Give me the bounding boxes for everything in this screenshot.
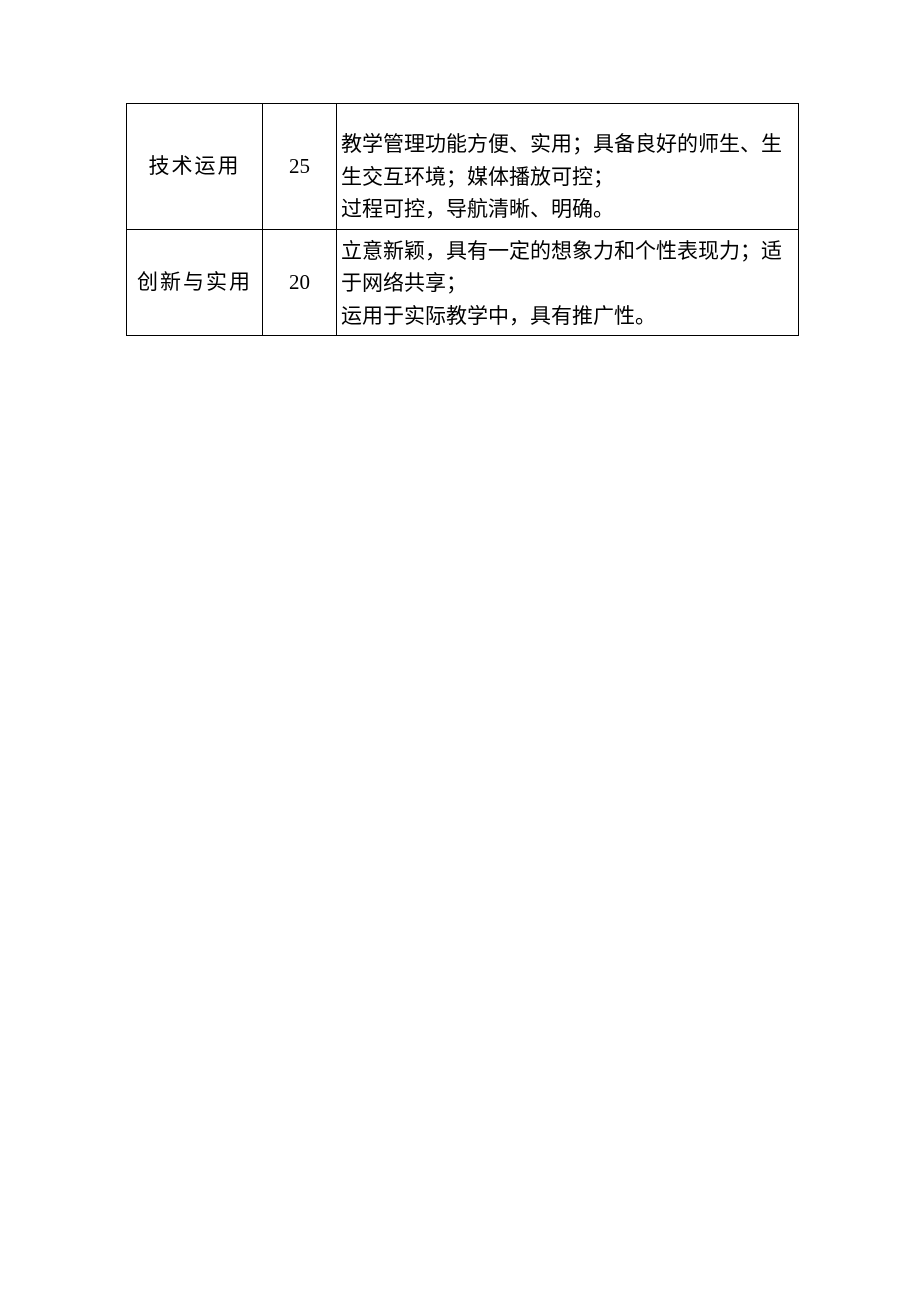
description-cell: 教学管理功能方便、实用；具备良好的师生、生生交互环境；媒体播放可控； 过程可控，… <box>337 104 799 230</box>
score-cell: 20 <box>263 229 337 336</box>
description-line: 立意新颖，具有一定的想象力和个性表现力；适于网络共享； <box>341 235 794 300</box>
description-line: 过程可控，导航清晰、明确。 <box>341 193 794 226</box>
description-line: 教学管理功能方便、实用；具备良好的师生、生生交互环境；媒体播放可控； <box>341 128 794 193</box>
category-cell: 技术运用 <box>127 104 263 230</box>
table-row: 创新与实用 20 立意新颖，具有一定的想象力和个性表现力；适于网络共享； 运用于… <box>127 229 799 336</box>
description-cell: 立意新颖，具有一定的想象力和个性表现力；适于网络共享； 运用于实际教学中，具有推… <box>337 229 799 336</box>
evaluation-table: 技术运用 25 教学管理功能方便、实用；具备良好的师生、生生交互环境；媒体播放可… <box>126 103 799 336</box>
description-line: 运用于实际教学中，具有推广性。 <box>341 300 794 333</box>
category-cell: 创新与实用 <box>127 229 263 336</box>
table-row: 技术运用 25 教学管理功能方便、实用；具备良好的师生、生生交互环境；媒体播放可… <box>127 104 799 230</box>
score-cell: 25 <box>263 104 337 230</box>
